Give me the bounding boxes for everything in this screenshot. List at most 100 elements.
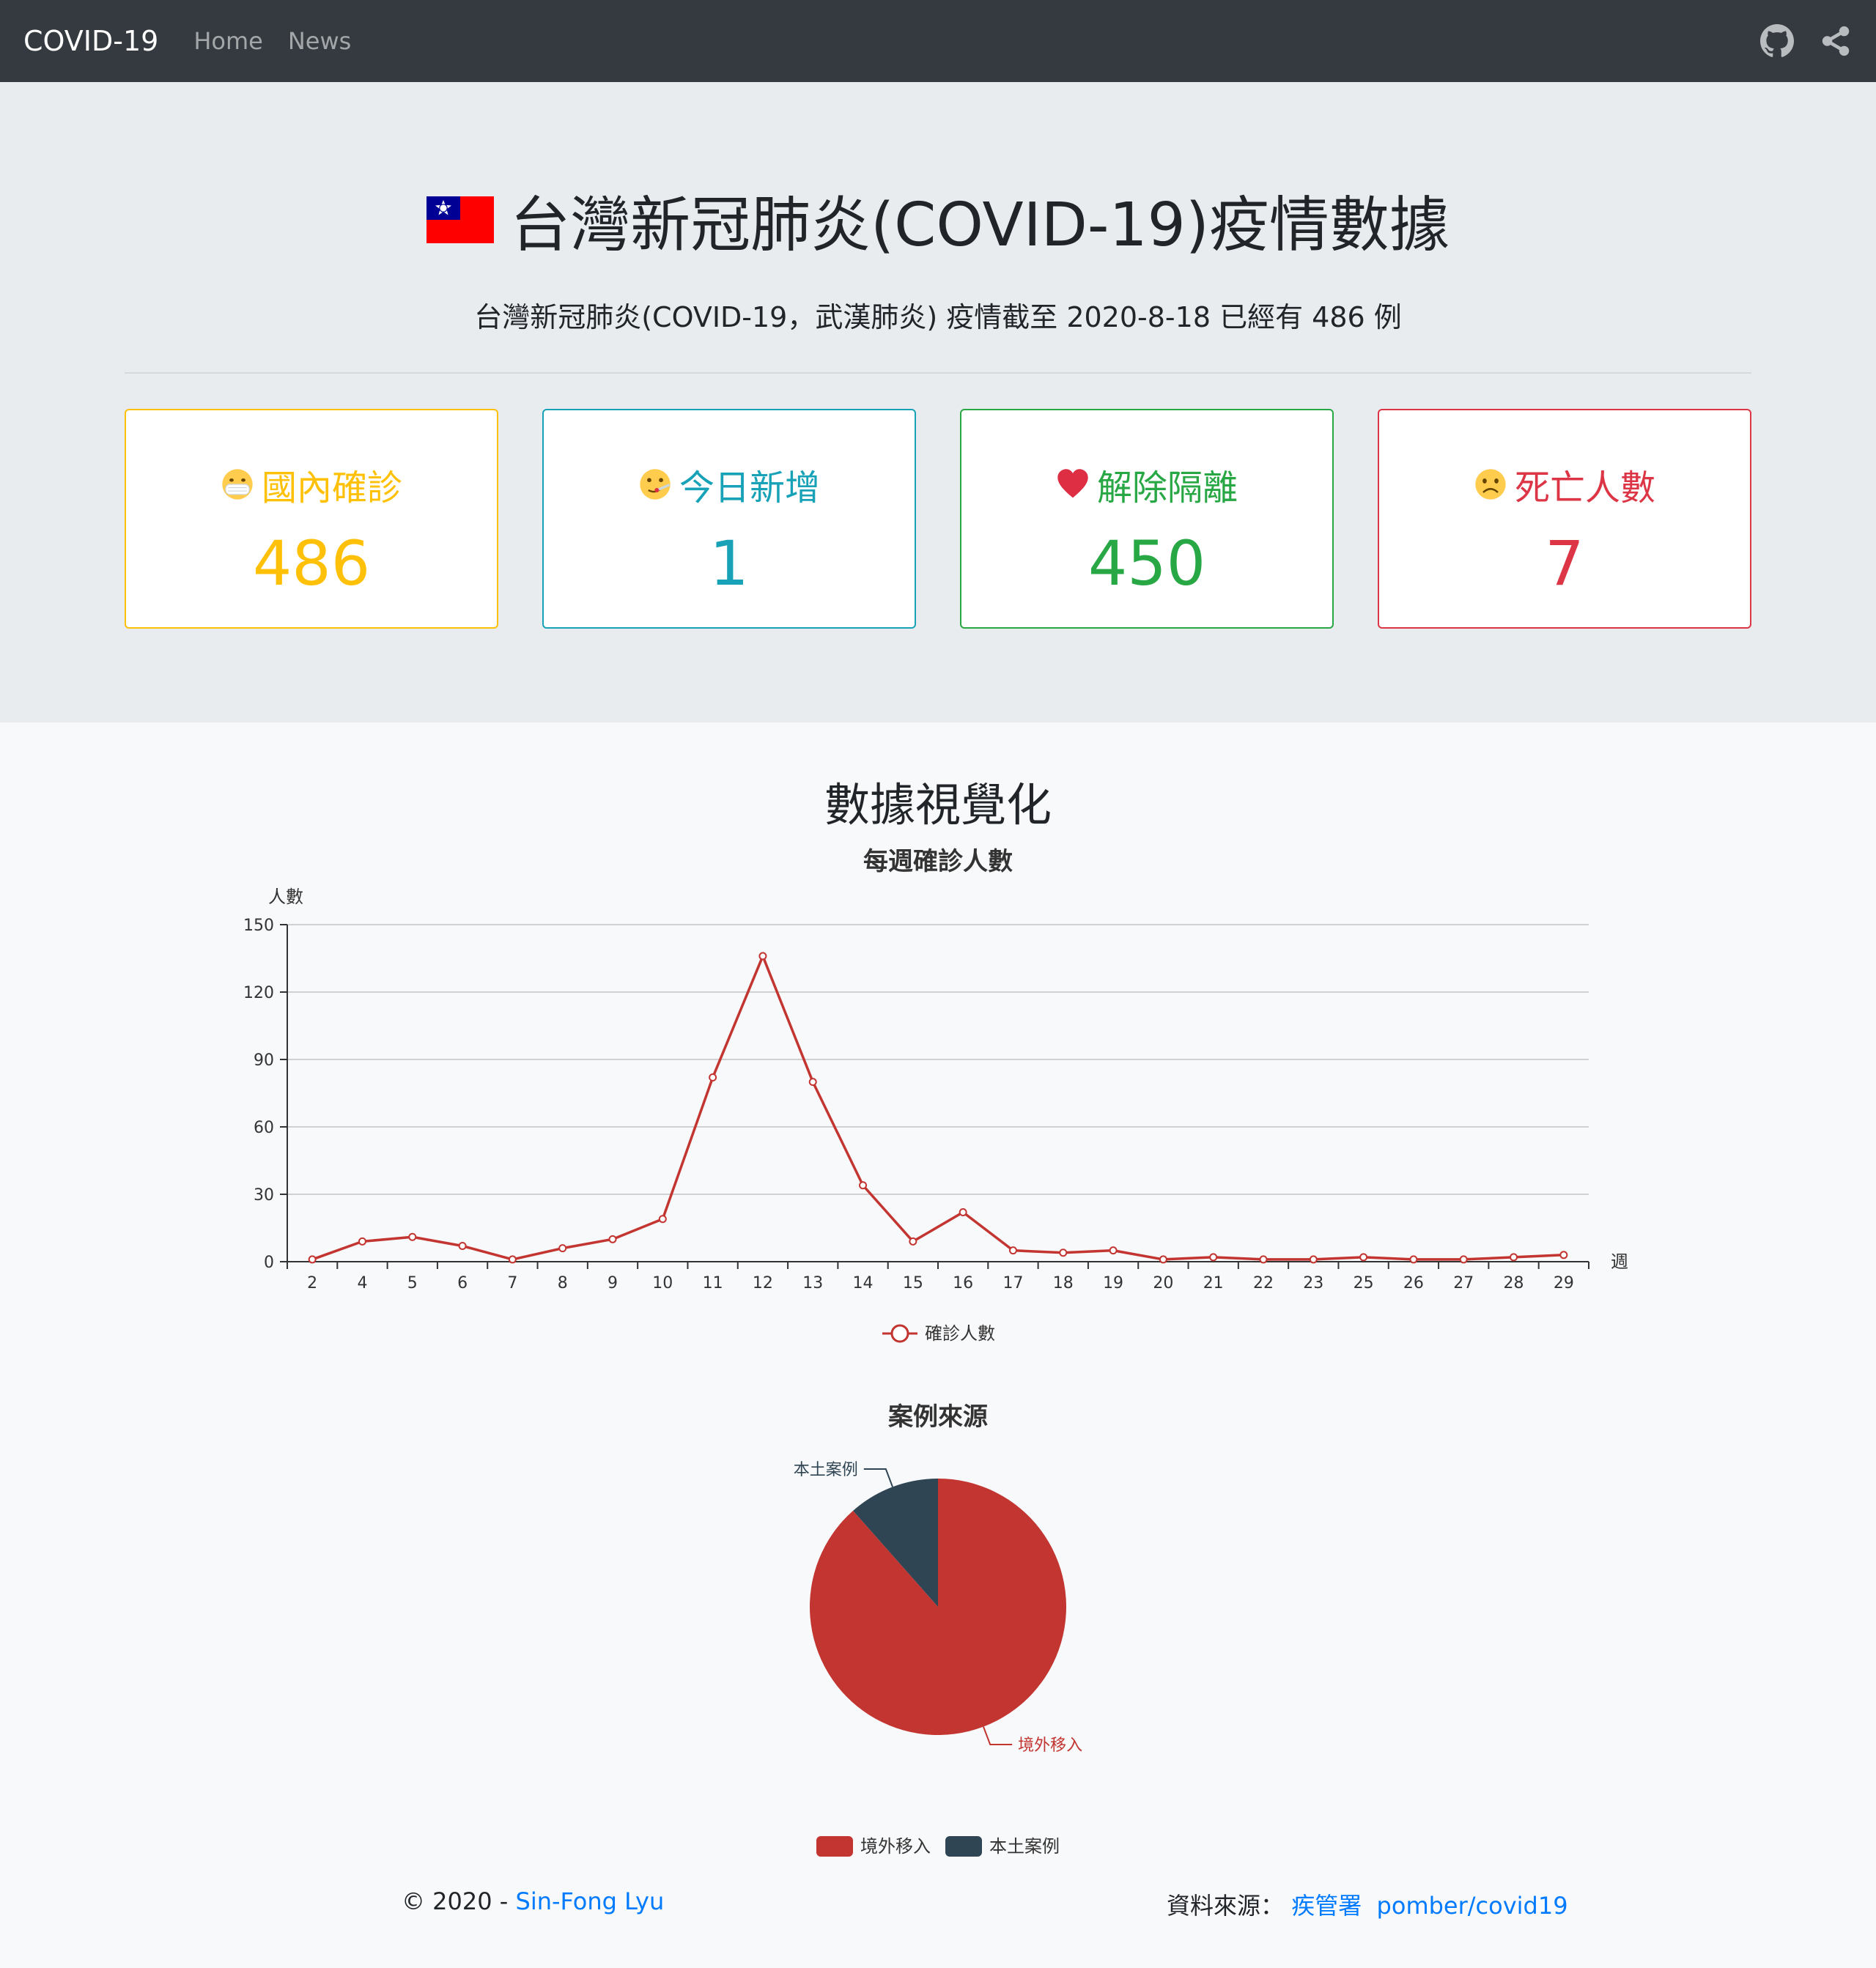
x-tick-label: 11 xyxy=(703,1274,723,1292)
legend-label: 確診人數 xyxy=(925,1323,995,1344)
copyright-text: © 2020 - xyxy=(402,1887,516,1915)
source-label: 資料來源： xyxy=(1167,1892,1285,1920)
author-link[interactable]: Sin-Fong Lyu xyxy=(516,1887,665,1915)
data-point xyxy=(408,1232,417,1241)
divider xyxy=(125,372,1751,374)
x-tick-label: 6 xyxy=(457,1274,468,1292)
x-tick-label: 26 xyxy=(1403,1274,1424,1292)
series-line xyxy=(311,955,1564,1261)
data-point xyxy=(1059,1249,1068,1257)
y-tick-label: 30 xyxy=(254,1186,274,1205)
legend-swatch xyxy=(945,1836,982,1857)
y-tick-label: 150 xyxy=(243,917,274,935)
page-title-text: 台灣新冠肺炎(COVID-19)疫情數據 xyxy=(510,190,1450,260)
stat-card-recovered: 解除隔離 450 xyxy=(960,409,1334,629)
x-axis-label: 週 xyxy=(1611,1251,1628,1272)
navbar-brand[interactable]: COVID-19 xyxy=(23,25,158,57)
legend-label: 境外移入 xyxy=(860,1836,931,1857)
stat-value: 486 xyxy=(252,528,371,599)
pie-slice xyxy=(810,1479,1067,1735)
footer-copyright: © 2020 - Sin-Fong Lyu xyxy=(402,1887,664,1915)
pie-leader-line xyxy=(863,1468,893,1487)
data-point xyxy=(1409,1255,1418,1264)
thermometer-face-icon xyxy=(640,469,671,500)
pie-label: 境外移入 xyxy=(1018,1736,1082,1755)
x-tick-label: 27 xyxy=(1453,1274,1474,1292)
stat-card-confirmed: 國內確診 486 xyxy=(125,409,498,629)
x-tick-label: 17 xyxy=(1002,1274,1023,1292)
data-point xyxy=(859,1181,868,1190)
stat-value: 1 xyxy=(709,528,749,599)
data-point xyxy=(808,1078,817,1087)
x-tick-label: 22 xyxy=(1253,1274,1274,1292)
pie-leader-line xyxy=(983,1726,1013,1745)
x-tick-label: 12 xyxy=(753,1274,773,1292)
source-link-pomber[interactable]: pomber/covid19 xyxy=(1377,1892,1568,1920)
pie-chart-title: 案例來源 xyxy=(888,1402,988,1432)
x-tick-label: 23 xyxy=(1303,1274,1323,1292)
legend-swatch xyxy=(816,1836,853,1857)
data-point xyxy=(358,1237,366,1246)
data-point xyxy=(1309,1255,1318,1264)
x-tick-label: 19 xyxy=(1103,1274,1123,1292)
data-point xyxy=(1259,1255,1268,1264)
frowning-face-icon xyxy=(1475,469,1506,500)
stat-card-deaths: 死亡人數 7 xyxy=(1378,409,1751,629)
data-point xyxy=(558,1244,567,1253)
pie-chart: 境外移入本土案例境外移入 本土案例 xyxy=(794,1461,1082,1857)
heart-icon xyxy=(1057,469,1088,498)
data-point xyxy=(508,1255,517,1264)
stat-value: 7 xyxy=(1545,528,1584,599)
stat-label: 死亡人數 xyxy=(1514,467,1655,508)
data-point xyxy=(458,1242,467,1251)
x-tick-label: 10 xyxy=(652,1274,673,1292)
data-point xyxy=(709,1073,717,1082)
data-point xyxy=(1159,1255,1167,1264)
page-title: 台灣新冠肺炎(COVID-19)疫情數據 xyxy=(0,176,1876,263)
navbar-actions xyxy=(1760,0,1853,82)
legend-marker xyxy=(890,1324,909,1343)
x-tick-label: 9 xyxy=(608,1274,618,1292)
source-link-cdc[interactable]: 疾管署 xyxy=(1291,1892,1362,1920)
y-tick-label: 60 xyxy=(254,1119,274,1137)
x-tick-label: 16 xyxy=(953,1274,973,1292)
data-point xyxy=(1008,1246,1017,1255)
data-point xyxy=(608,1235,617,1243)
y-axis-label: 人數 xyxy=(268,887,303,907)
github-icon[interactable] xyxy=(1760,24,1794,58)
x-tick-label: 7 xyxy=(507,1274,517,1292)
hero-section: 台灣新冠肺炎(COVID-19)疫情數據 台灣新冠肺炎(COVID-19，武漢肺… xyxy=(0,82,1876,722)
stat-card-new-today: 今日新增 1 xyxy=(542,409,916,629)
nav-link-home[interactable]: Home xyxy=(193,27,263,55)
section-title: 數據視覺化 xyxy=(824,778,1052,832)
x-tick-label: 2 xyxy=(307,1274,317,1292)
share-icon[interactable] xyxy=(1819,24,1853,58)
x-tick-label: 14 xyxy=(853,1274,874,1292)
stat-cards: 國內確診 486 今日新增 1 解除隔離 450 死亡人數 7 xyxy=(125,409,1751,629)
data-point xyxy=(658,1215,667,1224)
x-tick-label: 29 xyxy=(1554,1274,1574,1292)
data-point xyxy=(959,1208,967,1217)
data-point xyxy=(1559,1251,1568,1259)
data-point xyxy=(1359,1253,1368,1262)
page-subtitle: 台灣新冠肺炎(COVID-19，武漢肺炎) 疫情截至 2020-8-18 已經有… xyxy=(474,301,1402,333)
y-tick-label: 0 xyxy=(264,1254,274,1272)
x-tick-label: 5 xyxy=(407,1274,418,1292)
stat-label: 今日新增 xyxy=(679,467,820,508)
x-tick-label: 18 xyxy=(1053,1274,1074,1292)
legend-label: 本土案例 xyxy=(989,1836,1060,1857)
data-point xyxy=(1459,1255,1468,1264)
x-tick-label: 20 xyxy=(1153,1274,1173,1292)
line-chart: 0 30 60 90 120 150 2 4 5 6 7 8 9 10 11 12 13 14 15 16 17 18 19… xyxy=(243,887,1628,1344)
y-tick-label: 120 xyxy=(243,984,274,1002)
data-point xyxy=(758,952,767,961)
taiwan-flag-icon xyxy=(426,196,495,243)
nav-link-news[interactable]: News xyxy=(288,27,351,55)
data-point xyxy=(1510,1253,1518,1262)
footer-source: 資料來源： 疾管署 pomber/covid19 xyxy=(1167,1887,1568,1921)
x-tick-label: 8 xyxy=(558,1274,568,1292)
x-tick-label: 4 xyxy=(357,1274,367,1292)
data-point xyxy=(909,1237,917,1246)
navbar: COVID-19 Home News xyxy=(0,0,1876,82)
pie-label: 本土案例 xyxy=(794,1461,858,1479)
